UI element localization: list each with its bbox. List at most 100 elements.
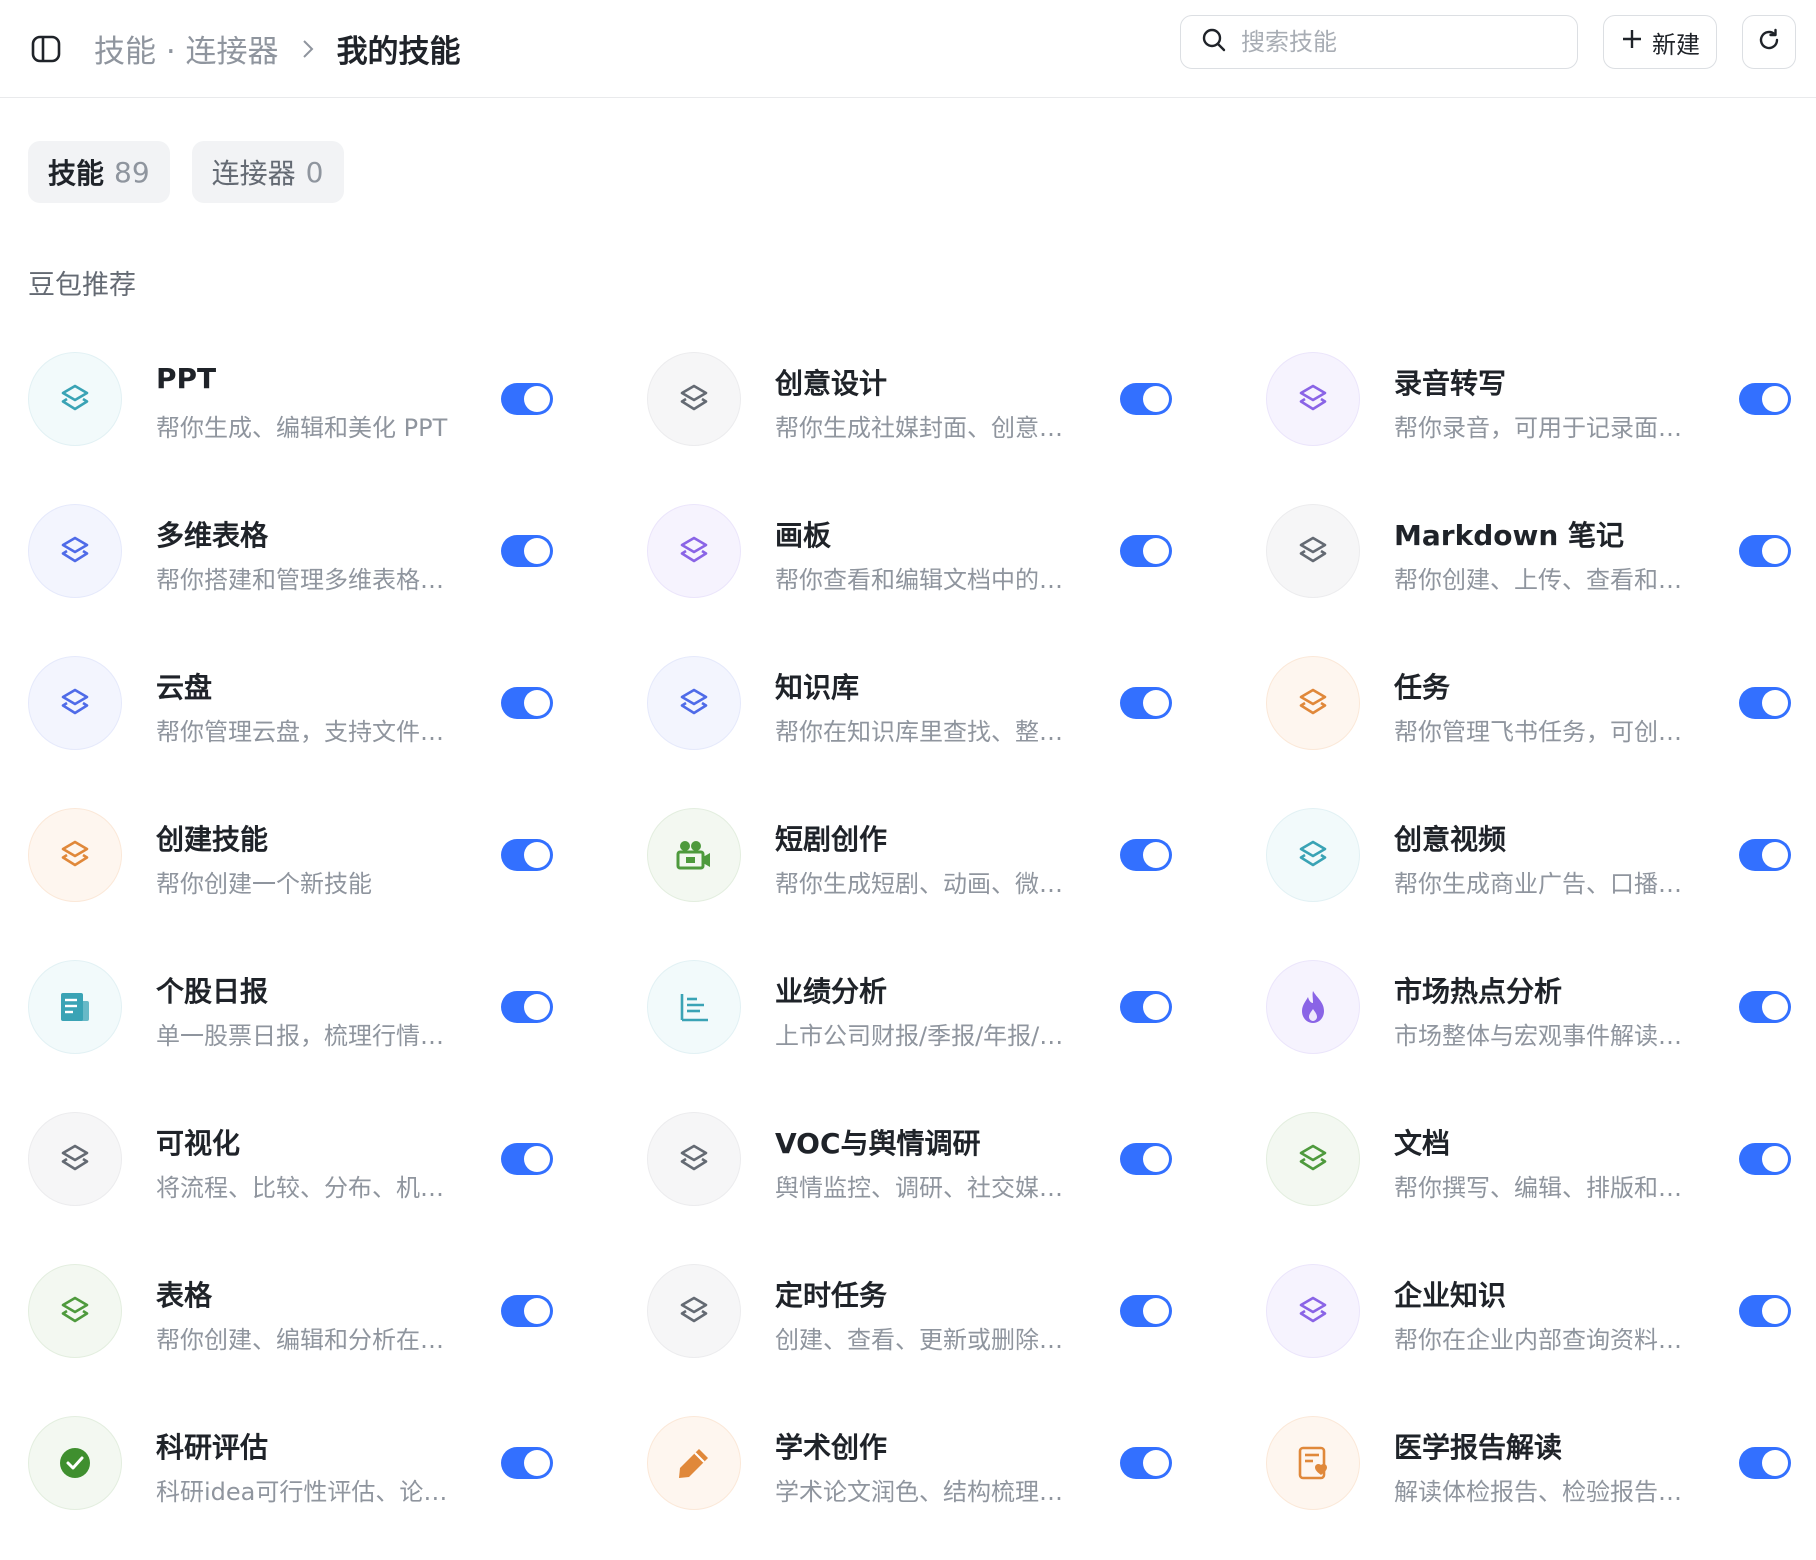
skill-title: 可视化	[156, 1127, 241, 1160]
skill-card[interactable]: VOC与舆情调研 舆情监控、调研、社交媒体分析	[647, 1112, 1207, 1208]
skill-card[interactable]: 创意视频 帮你生成商业广告、口播视频等	[1266, 808, 1816, 904]
skill-enable-toggle[interactable]	[501, 687, 553, 719]
skill-enable-toggle[interactable]	[501, 991, 553, 1023]
toggle-knob	[524, 538, 550, 564]
skill-title: 科研评估	[156, 1431, 269, 1464]
skill-card[interactable]: 多维表格 帮你搭建和管理多维表格，支持	[28, 504, 588, 600]
skill-card[interactable]: 任务 帮你管理飞书任务，可创建任务	[1266, 656, 1816, 752]
toggle-knob	[524, 1298, 550, 1324]
skill-card[interactable]: 医学报告解读解读体检报告、检验报告、影像报告	[1266, 1416, 1816, 1512]
search-input[interactable]	[1239, 27, 1543, 57]
skill-icon-badge	[28, 656, 122, 750]
skill-enable-toggle[interactable]	[501, 1295, 553, 1327]
skill-title: 云盘	[156, 671, 213, 704]
search-icon	[1201, 27, 1227, 57]
toggle-knob	[524, 994, 550, 1020]
skill-enable-toggle[interactable]	[1739, 687, 1791, 719]
refresh-button[interactable]	[1742, 15, 1796, 69]
skill-enable-toggle[interactable]	[1739, 383, 1791, 415]
skill-icon-badge	[647, 808, 741, 902]
skill-title: 文档	[1394, 1127, 1451, 1160]
skill-icon-badge	[647, 504, 741, 598]
skill-card[interactable]: 知识库 帮你在知识库里查找、整理内容	[647, 656, 1207, 752]
video-camera-icon	[674, 837, 714, 873]
skill-card[interactable]: PPT 帮你生成、编辑和美化 PPT	[28, 352, 588, 448]
toggle-knob	[524, 1450, 550, 1476]
skill-card[interactable]: 云盘帮你管理云盘，支持文件的上传	[28, 656, 588, 752]
skill-card[interactable]: 画板帮你查看和编辑文档中的画板内容	[647, 504, 1207, 600]
skill-icon-badge	[28, 504, 122, 598]
skill-card[interactable]: 科研评估 科研idea可行性评估、论文评审	[28, 1416, 588, 1512]
skill-enable-toggle[interactable]	[1120, 535, 1172, 567]
skill-enable-toggle[interactable]	[1739, 1143, 1791, 1175]
skill-card[interactable]: Markdown 笔记帮你创建、上传、查看和编辑笔记	[1266, 504, 1816, 600]
skill-enable-toggle[interactable]	[1120, 383, 1172, 415]
skill-enable-toggle[interactable]	[1120, 839, 1172, 871]
toggle-knob	[524, 690, 550, 716]
skill-card[interactable]: 企业知识 帮你在企业内部查询资料和知识	[1266, 1264, 1816, 1360]
skill-enable-toggle[interactable]	[1739, 535, 1791, 567]
skill-card[interactable]: 可视化将流程、比较、分布、机制等可视化	[28, 1112, 588, 1208]
layers-icon	[58, 382, 92, 416]
skill-card[interactable]: 个股日报 单一股票日报，梳理行情、资讯	[28, 960, 588, 1056]
layers-icon	[58, 838, 92, 872]
skill-enable-toggle[interactable]	[501, 839, 553, 871]
skill-title: 任务	[1394, 671, 1451, 704]
report-icon	[58, 989, 92, 1025]
pencil-icon	[675, 1444, 713, 1482]
layers-icon	[677, 534, 711, 568]
skill-card[interactable]: 创意设计 帮你生成社媒封面、创意海报等	[647, 352, 1207, 448]
skill-enable-toggle[interactable]	[501, 1447, 553, 1479]
category-tabs: 技能 89 连接器 0	[28, 141, 366, 203]
layers-icon	[677, 382, 711, 416]
skill-title: 业绩分析	[775, 975, 888, 1008]
tab-connectors[interactable]: 连接器 0	[191, 141, 344, 203]
skill-card[interactable]: 短剧创作 帮你生成短剧、动画、微电影	[647, 808, 1207, 904]
skill-enable-toggle[interactable]	[1739, 1295, 1791, 1327]
check-circle-icon	[58, 1446, 92, 1480]
skill-card[interactable]: 学术创作 学术论文润色、结构梳理、写作	[647, 1416, 1207, 1512]
skill-enable-toggle[interactable]	[1739, 839, 1791, 871]
section-title: 豆包推荐	[28, 270, 136, 301]
skill-description: 帮你生成、编辑和美化 PPT	[156, 414, 448, 442]
skill-enable-toggle[interactable]	[1120, 991, 1172, 1023]
skill-description: 帮你在企业内部查询资料和知识	[1394, 1326, 1704, 1354]
skill-enable-toggle[interactable]	[1120, 1447, 1172, 1479]
skill-enable-toggle[interactable]	[501, 535, 553, 567]
skill-title: 知识库	[775, 671, 860, 704]
skill-enable-toggle[interactable]	[1120, 1295, 1172, 1327]
new-skill-button[interactable]: 新建	[1603, 15, 1717, 69]
skill-enable-toggle[interactable]	[501, 383, 553, 415]
layers-icon	[677, 686, 711, 720]
tab-skills[interactable]: 技能 89	[28, 141, 170, 203]
skill-description: 帮你创建一个新技能	[156, 870, 372, 898]
skill-enable-toggle[interactable]	[501, 1143, 553, 1175]
skill-card[interactable]: 表格 帮你创建、编辑和分析在线表格	[28, 1264, 588, 1360]
skill-card[interactable]: 定时任务创建、查看、更新或删除定时任务	[647, 1264, 1207, 1360]
layers-icon	[1296, 838, 1330, 872]
bar-list-icon	[677, 990, 711, 1024]
skill-card[interactable]: 文档帮你撰写、编辑、排版和优化文档	[1266, 1112, 1816, 1208]
skill-description: 帮你生成短剧、动画、微电影	[775, 870, 1085, 898]
layers-icon	[1296, 686, 1330, 720]
skill-card[interactable]: 业绩分析上市公司财报/季报/年报/业绩分析	[647, 960, 1207, 1056]
skill-title: 定时任务	[775, 1279, 888, 1312]
layers-icon	[1296, 1294, 1330, 1328]
skill-icon-badge	[28, 352, 122, 446]
skill-enable-toggle[interactable]	[1739, 1447, 1791, 1479]
skill-card[interactable]: 创建技能 帮你创建一个新技能	[28, 808, 588, 904]
skill-card[interactable]: 录音转写 帮你录音，可用于记录面聊内容	[1266, 352, 1816, 448]
skill-enable-toggle[interactable]	[1120, 687, 1172, 719]
top-header: 技能 · 连接器 我的技能 新建	[0, 0, 1816, 98]
skill-card[interactable]: 市场热点分析 市场整体与宏观事件解读，分析	[1266, 960, 1816, 1056]
sidebar-toggle-icon[interactable]	[28, 31, 64, 67]
search-box[interactable]	[1180, 15, 1578, 69]
skill-enable-toggle[interactable]	[1120, 1143, 1172, 1175]
skill-enable-toggle[interactable]	[1739, 991, 1791, 1023]
skill-description: 帮你管理云盘，支持文件的上传	[156, 718, 466, 746]
skill-icon-badge	[647, 1264, 741, 1358]
breadcrumb-parent[interactable]: 技能 · 连接器	[94, 26, 279, 71]
skill-title: 市场热点分析	[1394, 975, 1563, 1008]
skill-icon-badge	[1266, 1264, 1360, 1358]
layers-icon	[58, 1294, 92, 1328]
